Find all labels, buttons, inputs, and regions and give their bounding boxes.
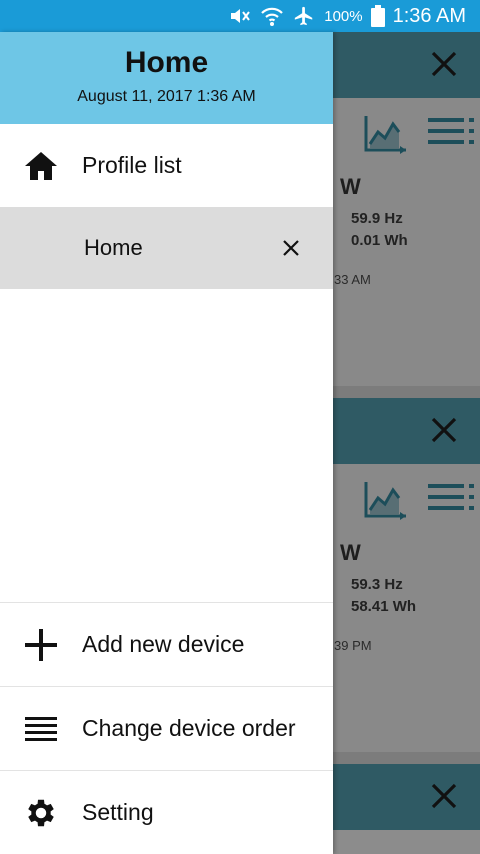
profile-list-item[interactable]: Profile list	[0, 124, 333, 207]
menu-list-icon[interactable]	[428, 480, 476, 525]
airplane-icon	[292, 5, 316, 27]
close-icon[interactable]	[426, 778, 462, 814]
reorder-icon	[0, 715, 82, 743]
add-device-button[interactable]: Add new device	[0, 603, 333, 686]
chart-icon[interactable]	[362, 114, 408, 159]
frequency-value: 59.3 Hz	[351, 576, 403, 593]
navigation-drawer: Home August 11, 2017 1:36 AM Profile lis…	[0, 32, 333, 854]
mute-icon	[228, 6, 252, 26]
close-icon[interactable]	[277, 234, 305, 262]
plus-icon	[0, 628, 82, 662]
battery-icon	[370, 5, 385, 27]
setting-label: Setting	[82, 799, 154, 825]
energy-value: 58.41 Wh	[351, 598, 417, 615]
wifi-icon	[260, 5, 284, 27]
energy-value: 0.01 Wh	[351, 232, 408, 249]
updated-time: 39 PM	[334, 638, 372, 653]
updated-time: 33 AM	[334, 272, 371, 287]
battery-percent: 100%	[324, 7, 363, 25]
drawer-date: August 11, 2017 1:36 AM	[77, 88, 256, 105]
drawer-header: Home August 11, 2017 1:36 AM	[0, 32, 333, 124]
menu-list-icon[interactable]	[428, 114, 476, 159]
drawer-title: Home	[124, 46, 209, 79]
home-icon	[0, 151, 82, 181]
change-order-button[interactable]: Change device order	[0, 687, 333, 770]
close-icon[interactable]	[426, 412, 462, 448]
profile-row-home[interactable]: Home	[0, 207, 333, 289]
gear-icon	[0, 795, 82, 831]
setting-button[interactable]: Setting	[0, 771, 333, 854]
frequency-value: 59.9 Hz	[351, 210, 403, 227]
close-icon[interactable]	[426, 46, 462, 82]
drawer-bottom-menu: Add new device Change device order Setti…	[0, 602, 333, 854]
status-bar: 100% 1:36 AM	[0, 0, 480, 32]
change-order-label: Change device order	[82, 715, 296, 741]
status-time: 1:36 AM	[392, 4, 466, 27]
power-unit: W	[340, 540, 361, 565]
chart-icon[interactable]	[362, 480, 408, 525]
add-device-label: Add new device	[82, 631, 245, 657]
profile-name: Home	[84, 235, 143, 260]
profile-list-label: Profile list	[82, 152, 182, 178]
power-unit: W	[340, 174, 361, 199]
